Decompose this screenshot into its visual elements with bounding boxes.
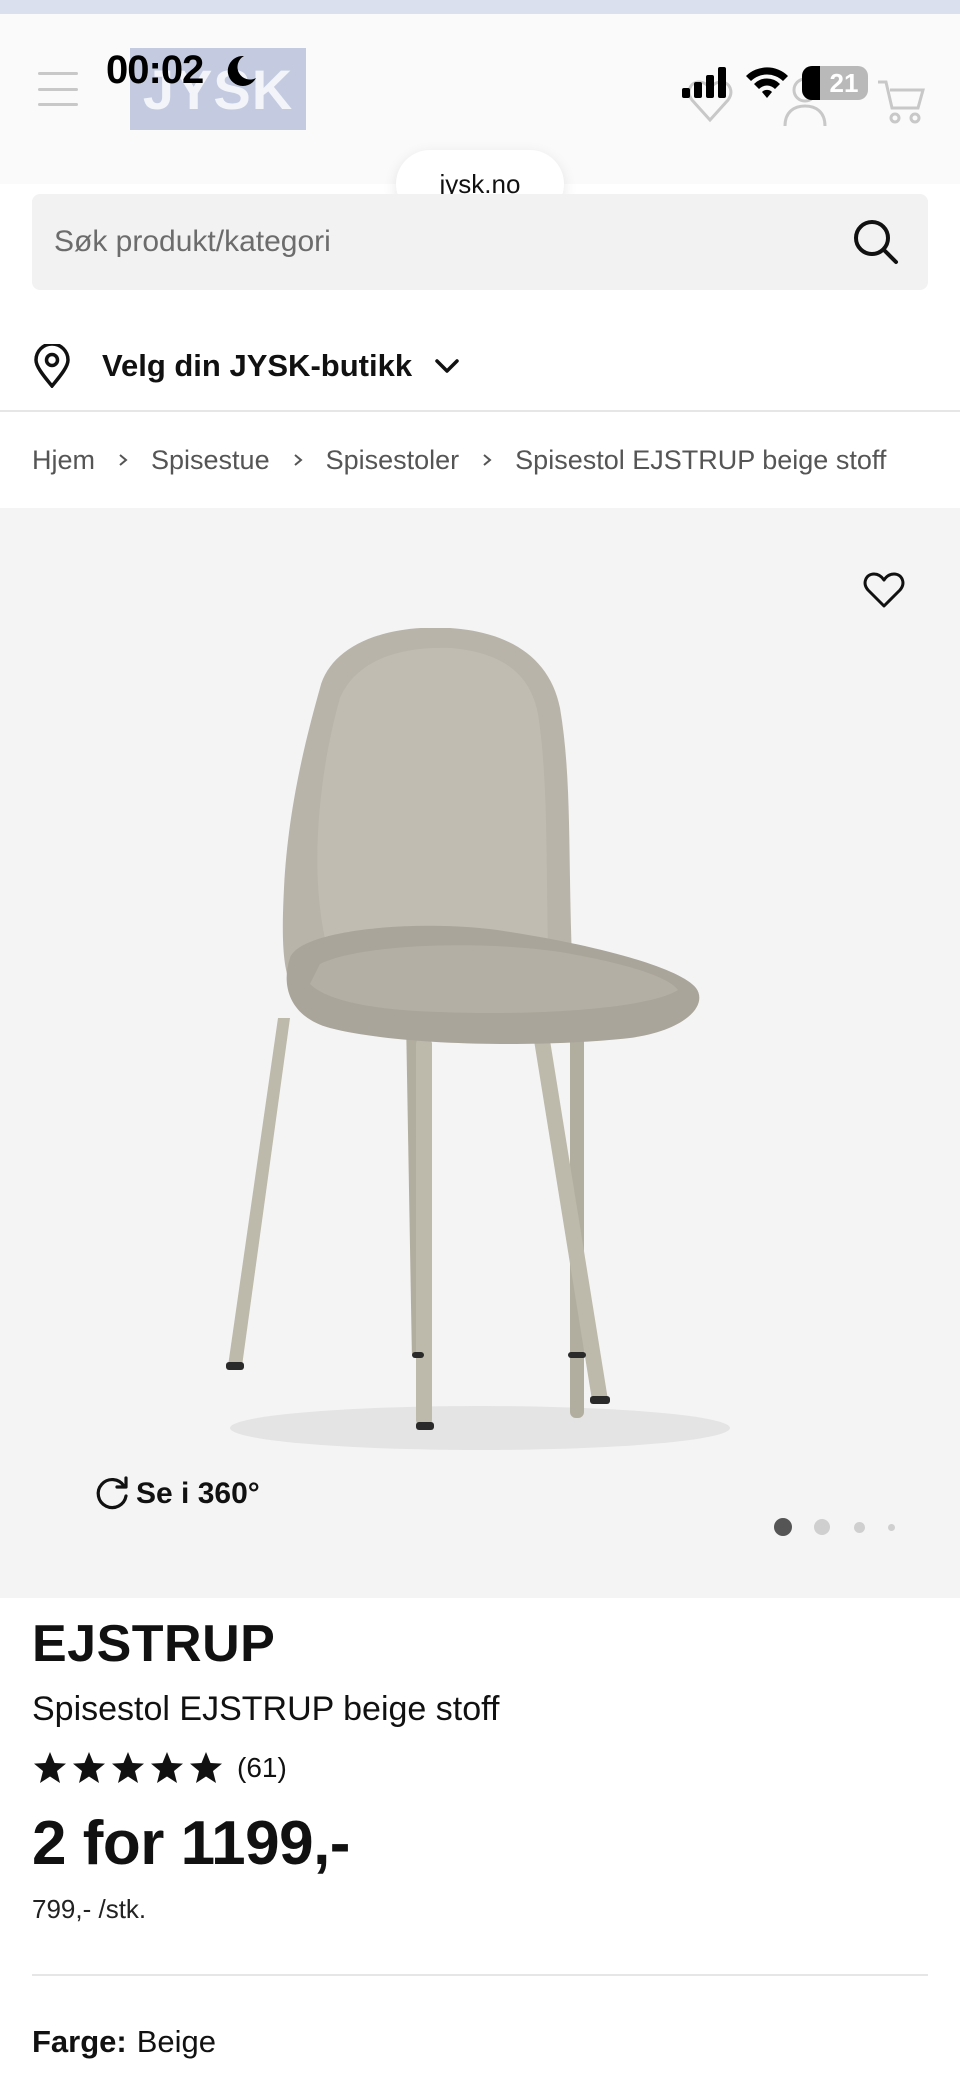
carousel-dot-2[interactable] [814, 1519, 830, 1535]
divider [0, 410, 960, 412]
unit-price: 799,- /stk. [32, 1894, 147, 1924]
star-icon [73, 1752, 105, 1783]
review-count: (61) [237, 1752, 287, 1783]
star-icon [151, 1752, 183, 1783]
product-brand: EJSTRUP [32, 1615, 276, 1673]
battery-indicator: 21 [802, 66, 868, 100]
cellular-signal-icon [682, 67, 726, 98]
star-icon [34, 1752, 66, 1783]
search-icon[interactable] [850, 216, 902, 268]
product-price: 2 for 1199,- [32, 1809, 350, 1878]
color-selector: Farge: Beige [32, 2024, 216, 2060]
status-time: 00:02 [106, 48, 204, 92]
chevron-right-icon [293, 454, 303, 466]
cart-icon[interactable] [876, 76, 926, 126]
top-accent-bar [0, 0, 960, 14]
favorite-heart-icon[interactable] [862, 570, 906, 610]
search-input[interactable] [54, 194, 814, 290]
view-360-label: Se i 360° [136, 1477, 260, 1510]
breadcrumb-item-spisestoler[interactable]: Spisestoler [326, 445, 460, 476]
battery-percent: 21 [829, 68, 859, 98]
search-bar [32, 194, 928, 290]
breadcrumb-item-hjem[interactable]: Hjem [32, 445, 95, 476]
star-icon [190, 1752, 222, 1783]
carousel-dots[interactable] [774, 1516, 898, 1538]
view-360-button[interactable]: Se i 360° [92, 1474, 260, 1514]
divider [32, 1974, 928, 1976]
product-name: Spisestol EJSTRUP beige stoff [32, 1690, 500, 1728]
carousel-dot-1[interactable] [774, 1518, 792, 1536]
star-icon [112, 1752, 144, 1783]
product-gallery[interactable]: Se i 360° [0, 508, 960, 1598]
site-header: JYSK 00:02 21 jysk.no [0, 14, 960, 218]
chevron-down-icon [435, 359, 459, 373]
location-pin-icon [34, 344, 70, 388]
wifi-icon [746, 67, 788, 98]
product-rating[interactable]: (61) [32, 1746, 287, 1790]
rating-stars [32, 1750, 227, 1786]
moon-icon [227, 55, 256, 86]
store-selector-label: Velg din JYSK-butikk [102, 348, 413, 383]
color-value: Beige [136, 2024, 217, 2059]
menu-icon[interactable] [38, 72, 78, 106]
carousel-dot-4[interactable] [888, 1524, 895, 1531]
breadcrumb-item-current: Spisestol EJSTRUP beige stoff [515, 444, 887, 475]
rotate-icon [96, 1476, 128, 1510]
breadcrumb: Hjem Spisestue Spisestoler Spisestol EJS… [32, 440, 886, 480]
chevron-right-icon [119, 454, 128, 466]
product-image-chair [226, 628, 730, 1450]
breadcrumb-item-spisestue[interactable]: Spisestue [151, 445, 270, 476]
carousel-dot-3[interactable] [854, 1522, 865, 1533]
color-label: Farge: [32, 2024, 127, 2059]
chevron-right-icon [483, 454, 492, 466]
store-selector[interactable]: Velg din JYSK-butikk [32, 334, 462, 398]
